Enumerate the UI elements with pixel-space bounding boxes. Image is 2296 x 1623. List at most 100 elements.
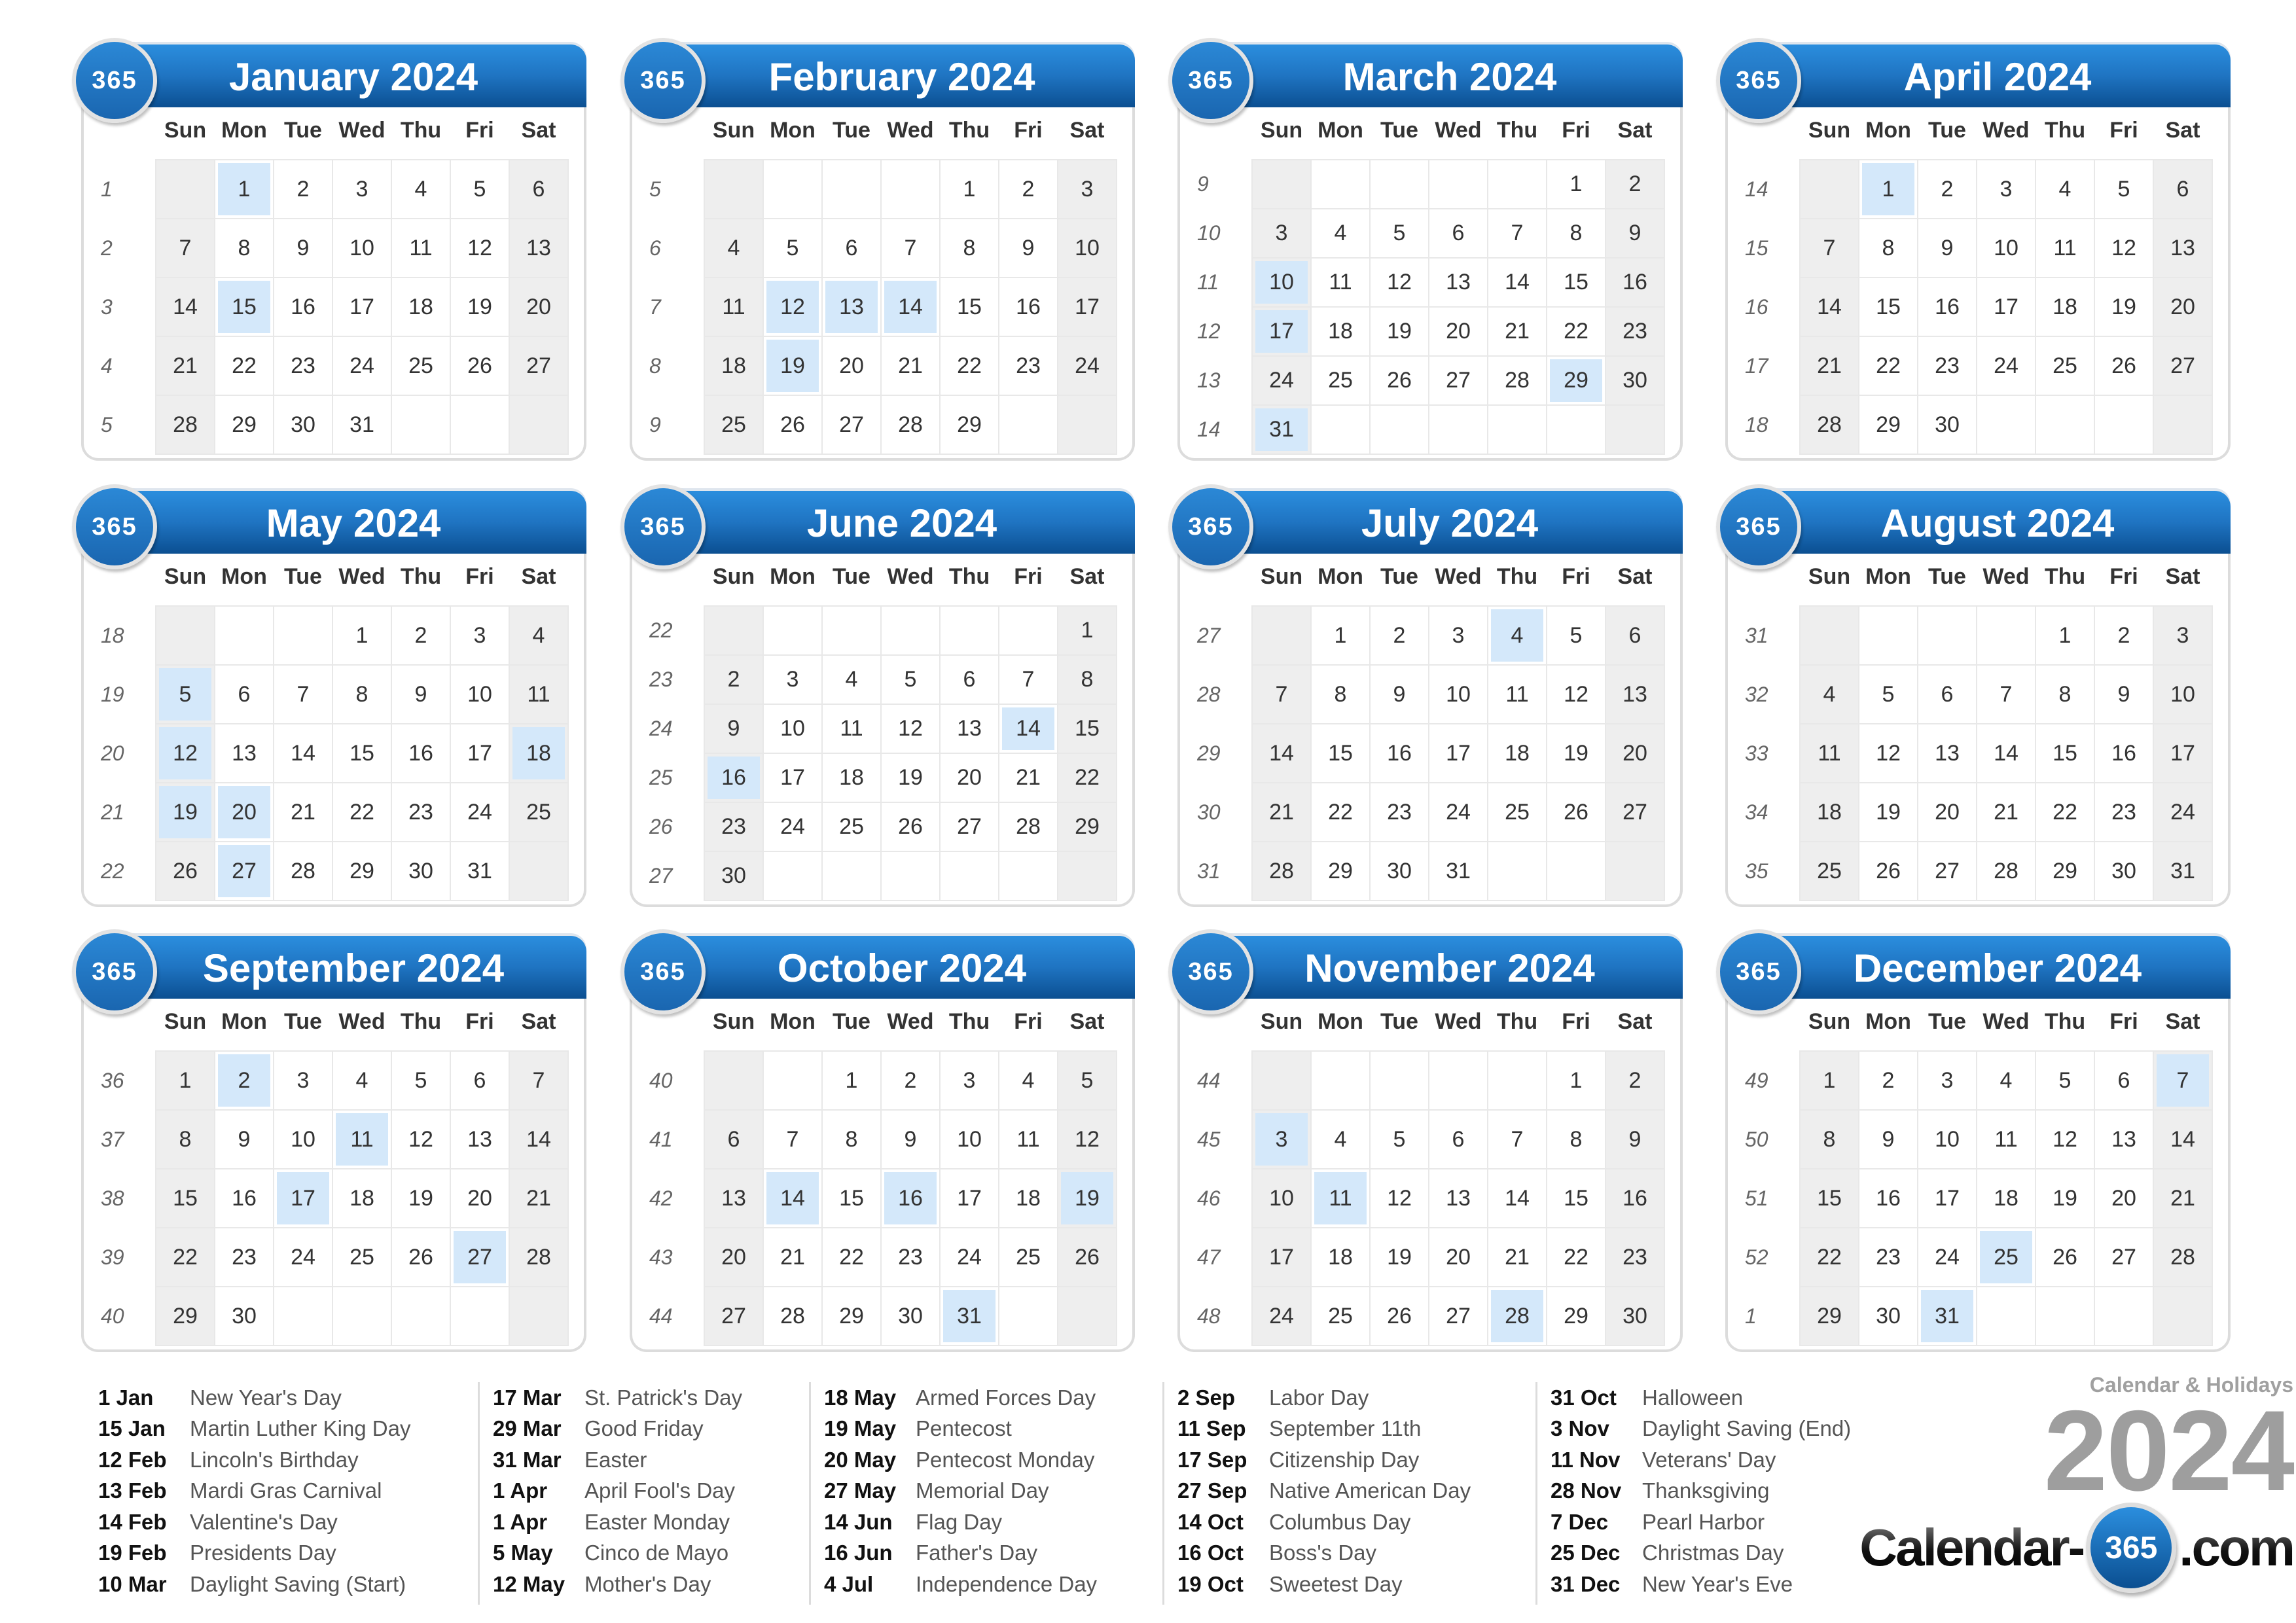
day-cell[interactable]: 25 <box>1310 355 1371 406</box>
day-cell[interactable]: 13 <box>1428 257 1488 308</box>
day-cell[interactable]: 30 <box>704 851 764 901</box>
day-cell[interactable]: 10 <box>762 704 823 754</box>
day-cell[interactable]: 21 <box>998 753 1058 803</box>
day-cell[interactable]: 4 <box>998 1050 1058 1111</box>
holiday-day-cell[interactable]: 19 <box>1057 1168 1117 1228</box>
day-cell[interactable]: 18 <box>998 1168 1058 1228</box>
day-cell[interactable]: 1 <box>155 1050 215 1111</box>
day-cell[interactable]: 20 <box>1605 723 1665 783</box>
day-cell[interactable]: 21 <box>1487 1227 1547 1287</box>
day-cell[interactable]: 16 <box>1858 1168 1918 1228</box>
day-cell[interactable]: 12 <box>2035 1109 2095 1169</box>
holiday-day-cell[interactable]: 19 <box>762 336 823 396</box>
day-cell[interactable]: 15 <box>1546 1168 1606 1228</box>
day-cell[interactable]: 15 <box>155 1168 215 1228</box>
day-cell[interactable]: 16 <box>391 723 451 783</box>
day-cell[interactable]: 9 <box>214 1109 274 1169</box>
day-cell[interactable]: 27 <box>1605 782 1665 842</box>
day-cell[interactable]: 13 <box>939 704 999 754</box>
calendar-365-logo[interactable]: Calendar- 365 .com <box>1859 1503 2295 1593</box>
day-cell[interactable]: 8 <box>939 218 999 278</box>
day-cell[interactable]: 8 <box>1057 654 1117 705</box>
day-cell[interactable]: 30 <box>2094 841 2154 901</box>
day-cell[interactable]: 8 <box>332 664 392 724</box>
day-cell[interactable]: 6 <box>821 218 882 278</box>
day-cell[interactable]: 22 <box>1057 753 1117 803</box>
holiday-day-cell[interactable]: 29 <box>1546 355 1606 406</box>
day-cell[interactable]: 25 <box>332 1227 392 1287</box>
day-cell[interactable]: 23 <box>880 1227 941 1287</box>
day-cell[interactable]: 21 <box>509 1168 569 1228</box>
day-cell[interactable]: 25 <box>1799 841 1859 901</box>
day-cell[interactable]: 31 <box>2153 841 2213 901</box>
day-cell[interactable]: 24 <box>450 782 510 842</box>
holiday-day-cell[interactable]: 18 <box>509 723 569 783</box>
day-cell[interactable]: 4 <box>1310 208 1371 259</box>
day-cell[interactable]: 25 <box>704 395 764 455</box>
day-cell[interactable]: 7 <box>1487 208 1547 259</box>
day-cell[interactable]: 3 <box>1976 159 2036 219</box>
day-cell[interactable]: 29 <box>332 841 392 901</box>
day-cell[interactable]: 7 <box>1976 664 2036 724</box>
day-cell[interactable]: 28 <box>762 1286 823 1346</box>
day-cell[interactable]: 20 <box>2094 1168 2154 1228</box>
day-cell[interactable]: 16 <box>998 277 1058 337</box>
day-cell[interactable]: 29 <box>2035 841 2095 901</box>
day-cell[interactable]: 9 <box>391 664 451 724</box>
day-cell[interactable]: 13 <box>1428 1168 1488 1228</box>
day-cell[interactable]: 6 <box>1428 1109 1488 1169</box>
day-cell[interactable]: 13 <box>1917 723 1977 783</box>
holiday-day-cell[interactable]: 25 <box>1976 1227 2036 1287</box>
day-cell[interactable]: 8 <box>1858 218 1918 278</box>
day-cell[interactable]: 26 <box>880 802 941 852</box>
day-cell[interactable]: 21 <box>155 336 215 396</box>
holiday-day-cell[interactable]: 15 <box>214 277 274 337</box>
day-cell[interactable]: 13 <box>2153 218 2213 278</box>
day-cell[interactable]: 7 <box>509 1050 569 1111</box>
day-cell[interactable]: 6 <box>939 654 999 705</box>
day-cell[interactable]: 29 <box>1858 395 1918 455</box>
day-cell[interactable]: 15 <box>1310 723 1371 783</box>
day-cell[interactable]: 7 <box>1487 1109 1547 1169</box>
day-cell[interactable]: 12 <box>1858 723 1918 783</box>
day-cell[interactable]: 29 <box>939 395 999 455</box>
day-cell[interactable]: 17 <box>450 723 510 783</box>
day-cell[interactable]: 22 <box>1799 1227 1859 1287</box>
day-cell[interactable]: 9 <box>2094 664 2154 724</box>
holiday-day-cell[interactable]: 11 <box>332 1109 392 1169</box>
day-cell[interactable]: 20 <box>1917 782 1977 842</box>
day-cell[interactable]: 1 <box>821 1050 882 1111</box>
day-cell[interactable]: 13 <box>450 1109 510 1169</box>
day-cell[interactable]: 28 <box>1976 841 2036 901</box>
day-cell[interactable]: 11 <box>1799 723 1859 783</box>
holiday-day-cell[interactable]: 31 <box>1917 1286 1977 1346</box>
day-cell[interactable]: 23 <box>1858 1227 1918 1287</box>
day-cell[interactable]: 24 <box>1251 355 1312 406</box>
day-cell[interactable]: 8 <box>1799 1109 1859 1169</box>
day-cell[interactable]: 19 <box>1546 723 1606 783</box>
day-cell[interactable]: 18 <box>1310 1227 1371 1287</box>
day-cell[interactable]: 15 <box>2035 723 2095 783</box>
day-cell[interactable]: 10 <box>273 1109 333 1169</box>
day-cell[interactable]: 15 <box>1799 1168 1859 1228</box>
day-cell[interactable]: 16 <box>273 277 333 337</box>
day-cell[interactable]: 28 <box>1799 395 1859 455</box>
day-cell[interactable]: 9 <box>1605 1109 1665 1169</box>
day-cell[interactable]: 30 <box>1605 1286 1665 1346</box>
day-cell[interactable]: 22 <box>214 336 274 396</box>
day-cell[interactable]: 12 <box>1369 257 1429 308</box>
day-cell[interactable]: 25 <box>509 782 569 842</box>
day-cell[interactable]: 25 <box>821 802 882 852</box>
day-cell[interactable]: 14 <box>155 277 215 337</box>
day-cell[interactable]: 10 <box>1428 664 1488 724</box>
day-cell[interactable]: 8 <box>1546 208 1606 259</box>
day-cell[interactable]: 21 <box>1976 782 2036 842</box>
day-cell[interactable]: 7 <box>998 654 1058 705</box>
day-cell[interactable]: 9 <box>1858 1109 1918 1169</box>
holiday-day-cell[interactable]: 27 <box>450 1227 510 1287</box>
day-cell[interactable]: 6 <box>450 1050 510 1111</box>
day-cell[interactable]: 5 <box>1369 208 1429 259</box>
day-cell[interactable]: 24 <box>1976 336 2036 396</box>
day-cell[interactable]: 25 <box>1310 1286 1371 1346</box>
day-cell[interactable]: 15 <box>1057 704 1117 754</box>
